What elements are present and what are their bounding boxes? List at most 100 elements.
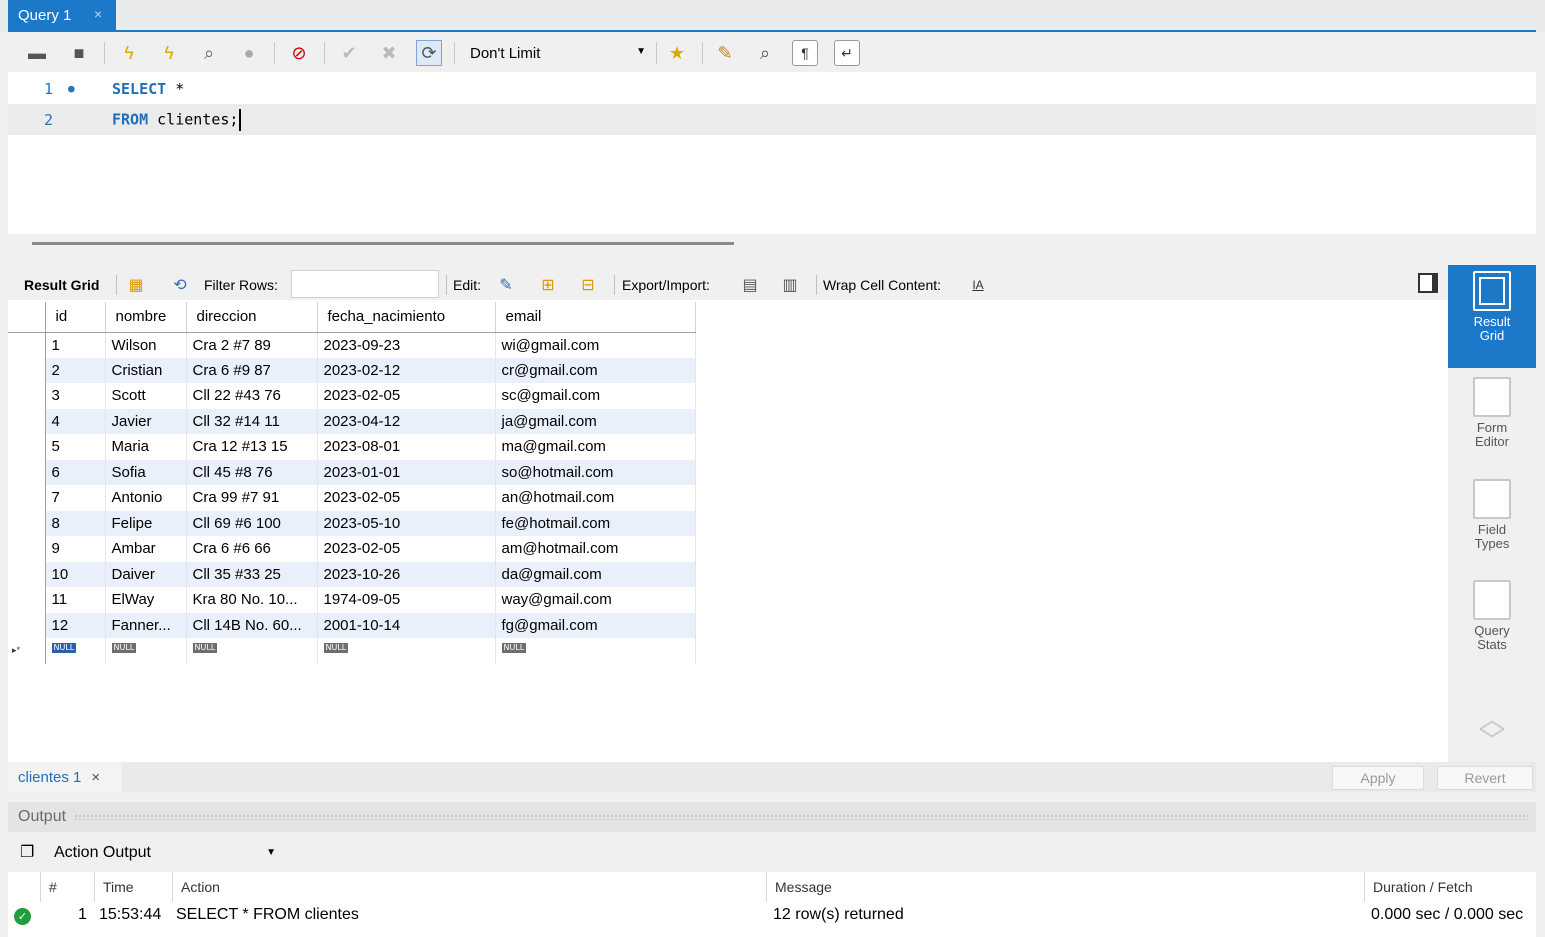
row-header[interactable] — [8, 459, 46, 485]
table-row[interactable]: 1 Wilson Cra 2 #7 89 2023-09-23 wi@gmail.com — [8, 332, 696, 358]
cell-email[interactable]: way@gmail.com — [495, 587, 696, 613]
execute-current-icon[interactable]: ϟ — [156, 40, 182, 66]
cell-id[interactable]: 9 — [45, 536, 106, 562]
cell-email[interactable]: sc@gmail.com — [495, 383, 696, 409]
cell-direccion[interactable]: Cra 99 #7 91 — [186, 485, 318, 511]
cell-fecha-nacimiento[interactable]: 2023-02-12 — [317, 357, 496, 383]
drag-handle[interactable] — [74, 814, 1528, 820]
cell-id[interactable]: 4 — [45, 408, 106, 434]
cell-fecha-nacimiento[interactable]: 1974-09-05 — [317, 587, 496, 613]
copy-icon[interactable]: ❐ — [20, 842, 38, 861]
stop-on-error-icon[interactable]: ⊘ — [286, 40, 312, 66]
output-col-action[interactable]: Action — [172, 872, 766, 902]
execute-lightning-icon[interactable]: ϟ — [116, 40, 142, 66]
column-header-direccion[interactable]: direccion — [186, 302, 318, 333]
cell-direccion[interactable]: Cll 22 #43 76 — [186, 383, 318, 409]
edit-row-icon[interactable]: ✎ — [494, 273, 518, 297]
cell-fecha-nacimiento[interactable]: 2023-08-01 — [317, 434, 496, 460]
row-header[interactable] — [8, 485, 46, 511]
table-row[interactable]: 8 Felipe Cll 69 #6 100 2023-05-10 fe@hotmail… — [8, 510, 696, 536]
cell-fecha-nacimiento[interactable]: 2023-09-23 — [317, 332, 496, 358]
toggle-panel-icon[interactable] — [1418, 273, 1438, 293]
cell-email[interactable]: an@hotmail.com — [495, 485, 696, 511]
open-folder-icon[interactable]: ▬ — [24, 40, 50, 66]
close-icon[interactable]: × — [91, 769, 100, 786]
row-header[interactable] — [8, 434, 46, 460]
chevron-down-icon[interactable]: ﹀ — [1470, 728, 1514, 754]
cell-id[interactable]: 8 — [45, 510, 106, 536]
save-icon[interactable]: ■ — [66, 40, 92, 66]
table-row[interactable]: 2 Cristian Cra 6 #9 87 2023-02-12 cr@gmail.c… — [8, 357, 696, 383]
cell-id[interactable]: 7 — [45, 485, 106, 511]
cell-email[interactable]: fe@hotmail.com — [495, 510, 696, 536]
output-col-num[interactable]: # — [40, 872, 94, 902]
cell-direccion[interactable]: Cll 45 #8 76 — [186, 459, 318, 485]
row-limit-select[interactable]: Don't Limit ▼ — [466, 40, 652, 66]
null-cell[interactable]: NULL — [317, 638, 496, 664]
cell-email[interactable]: wi@gmail.com — [495, 332, 696, 358]
null-cell[interactable]: NULL — [105, 638, 187, 664]
cell-fecha-nacimiento[interactable]: 2023-10-26 — [317, 561, 496, 587]
cell-nombre[interactable]: Ambar — [105, 536, 187, 562]
row-header[interactable] — [8, 587, 46, 613]
cell-fecha-nacimiento[interactable]: 2023-02-05 — [317, 383, 496, 409]
cell-fecha-nacimiento[interactable]: 2001-10-14 — [317, 612, 496, 638]
cell-direccion[interactable]: Cll 35 #33 25 — [186, 561, 318, 587]
commit-icon[interactable]: ✔ — [336, 40, 362, 66]
table-row[interactable]: 11 ElWay Kra 80 No. 10... 1974-09-05 way@gma… — [8, 587, 696, 613]
stop-icon[interactable]: ● — [236, 40, 262, 66]
output-col-time[interactable]: Time — [94, 872, 172, 902]
wrap-lines-icon[interactable]: ↵ — [834, 40, 860, 66]
query-tab[interactable]: Query 1 × — [8, 0, 116, 30]
cell-nombre[interactable]: Antonio — [105, 485, 187, 511]
result-tab[interactable]: clientes 1 × — [8, 762, 122, 792]
cell-direccion[interactable]: Cll 32 #14 11 — [186, 408, 318, 434]
cell-id[interactable]: 10 — [45, 561, 106, 587]
cell-id[interactable]: 11 — [45, 587, 106, 613]
cell-fecha-nacimiento[interactable]: 2023-02-05 — [317, 485, 496, 511]
cell-email[interactable]: fg@gmail.com — [495, 612, 696, 638]
column-header-id[interactable]: id — [45, 302, 106, 333]
beautify-broom-icon[interactable]: ✎ — [712, 40, 738, 66]
cell-nombre[interactable]: Scott — [105, 383, 187, 409]
table-row[interactable]: 4 Javier Cll 32 #14 11 2023-04-12 ja@gmail.c… — [8, 408, 696, 434]
cell-email[interactable]: so@hotmail.com — [495, 459, 696, 485]
table-row[interactable]: 10 Daiver Cll 35 #33 25 2023-10-26 da@gmail.… — [8, 561, 696, 587]
cell-nombre[interactable]: Felipe — [105, 510, 187, 536]
cell-id[interactable]: 6 — [45, 459, 106, 485]
table-row[interactable]: 9 Ambar Cra 6 #6 66 2023-02-05 am@hotmail.co… — [8, 536, 696, 562]
sql-editor[interactable]: 1 ● SELECT * 2 FROM clientes; — [8, 72, 1536, 234]
wrap-cell-icon[interactable]: IA — [966, 273, 990, 297]
cell-direccion[interactable]: Kra 80 No. 10... — [186, 587, 318, 613]
cell-id[interactable]: 2 — [45, 357, 106, 383]
column-header-fecha-nacimiento[interactable]: fecha_nacimiento — [317, 302, 496, 333]
row-header[interactable] — [8, 357, 46, 383]
cell-fecha-nacimiento[interactable]: 2023-02-05 — [317, 536, 496, 562]
cell-fecha-nacimiento[interactable]: 2023-05-10 — [317, 510, 496, 536]
delete-row-icon[interactable]: ⊟ — [576, 273, 600, 297]
insert-row-icon[interactable]: ⊞ — [536, 273, 560, 297]
cell-nombre[interactable]: Fanner... — [105, 612, 187, 638]
table-row[interactable]: 12 Fanner... Cll 14B No. 60... 2001-10-14 fg… — [8, 612, 696, 638]
null-cell[interactable]: NULL — [45, 638, 106, 664]
cell-id[interactable]: 5 — [45, 434, 106, 460]
cell-nombre[interactable]: Javier — [105, 408, 187, 434]
row-header-corner[interactable] — [8, 302, 46, 333]
explain-magnifier-icon[interactable]: ⌕ — [196, 40, 222, 66]
horizontal-scrollbar[interactable] — [32, 242, 734, 245]
output-col-message[interactable]: Message — [766, 872, 1364, 902]
revert-button[interactable]: Revert — [1437, 766, 1533, 790]
cell-email[interactable]: da@gmail.com — [495, 561, 696, 587]
row-header[interactable] — [8, 612, 46, 638]
sidebar-item-result-grid[interactable]: Result Grid — [1448, 265, 1536, 368]
cell-direccion[interactable]: Cll 14B No. 60... — [186, 612, 318, 638]
cell-id[interactable]: 3 — [45, 383, 106, 409]
cell-email[interactable]: am@hotmail.com — [495, 536, 696, 562]
cell-nombre[interactable]: Daiver — [105, 561, 187, 587]
row-header[interactable] — [8, 332, 46, 358]
row-header[interactable] — [8, 383, 46, 409]
export-icon[interactable]: ▤ — [738, 273, 762, 297]
cell-nombre[interactable]: ElWay — [105, 587, 187, 613]
cell-fecha-nacimiento[interactable]: 2023-01-01 — [317, 459, 496, 485]
cell-direccion[interactable]: Cra 2 #7 89 — [186, 332, 318, 358]
